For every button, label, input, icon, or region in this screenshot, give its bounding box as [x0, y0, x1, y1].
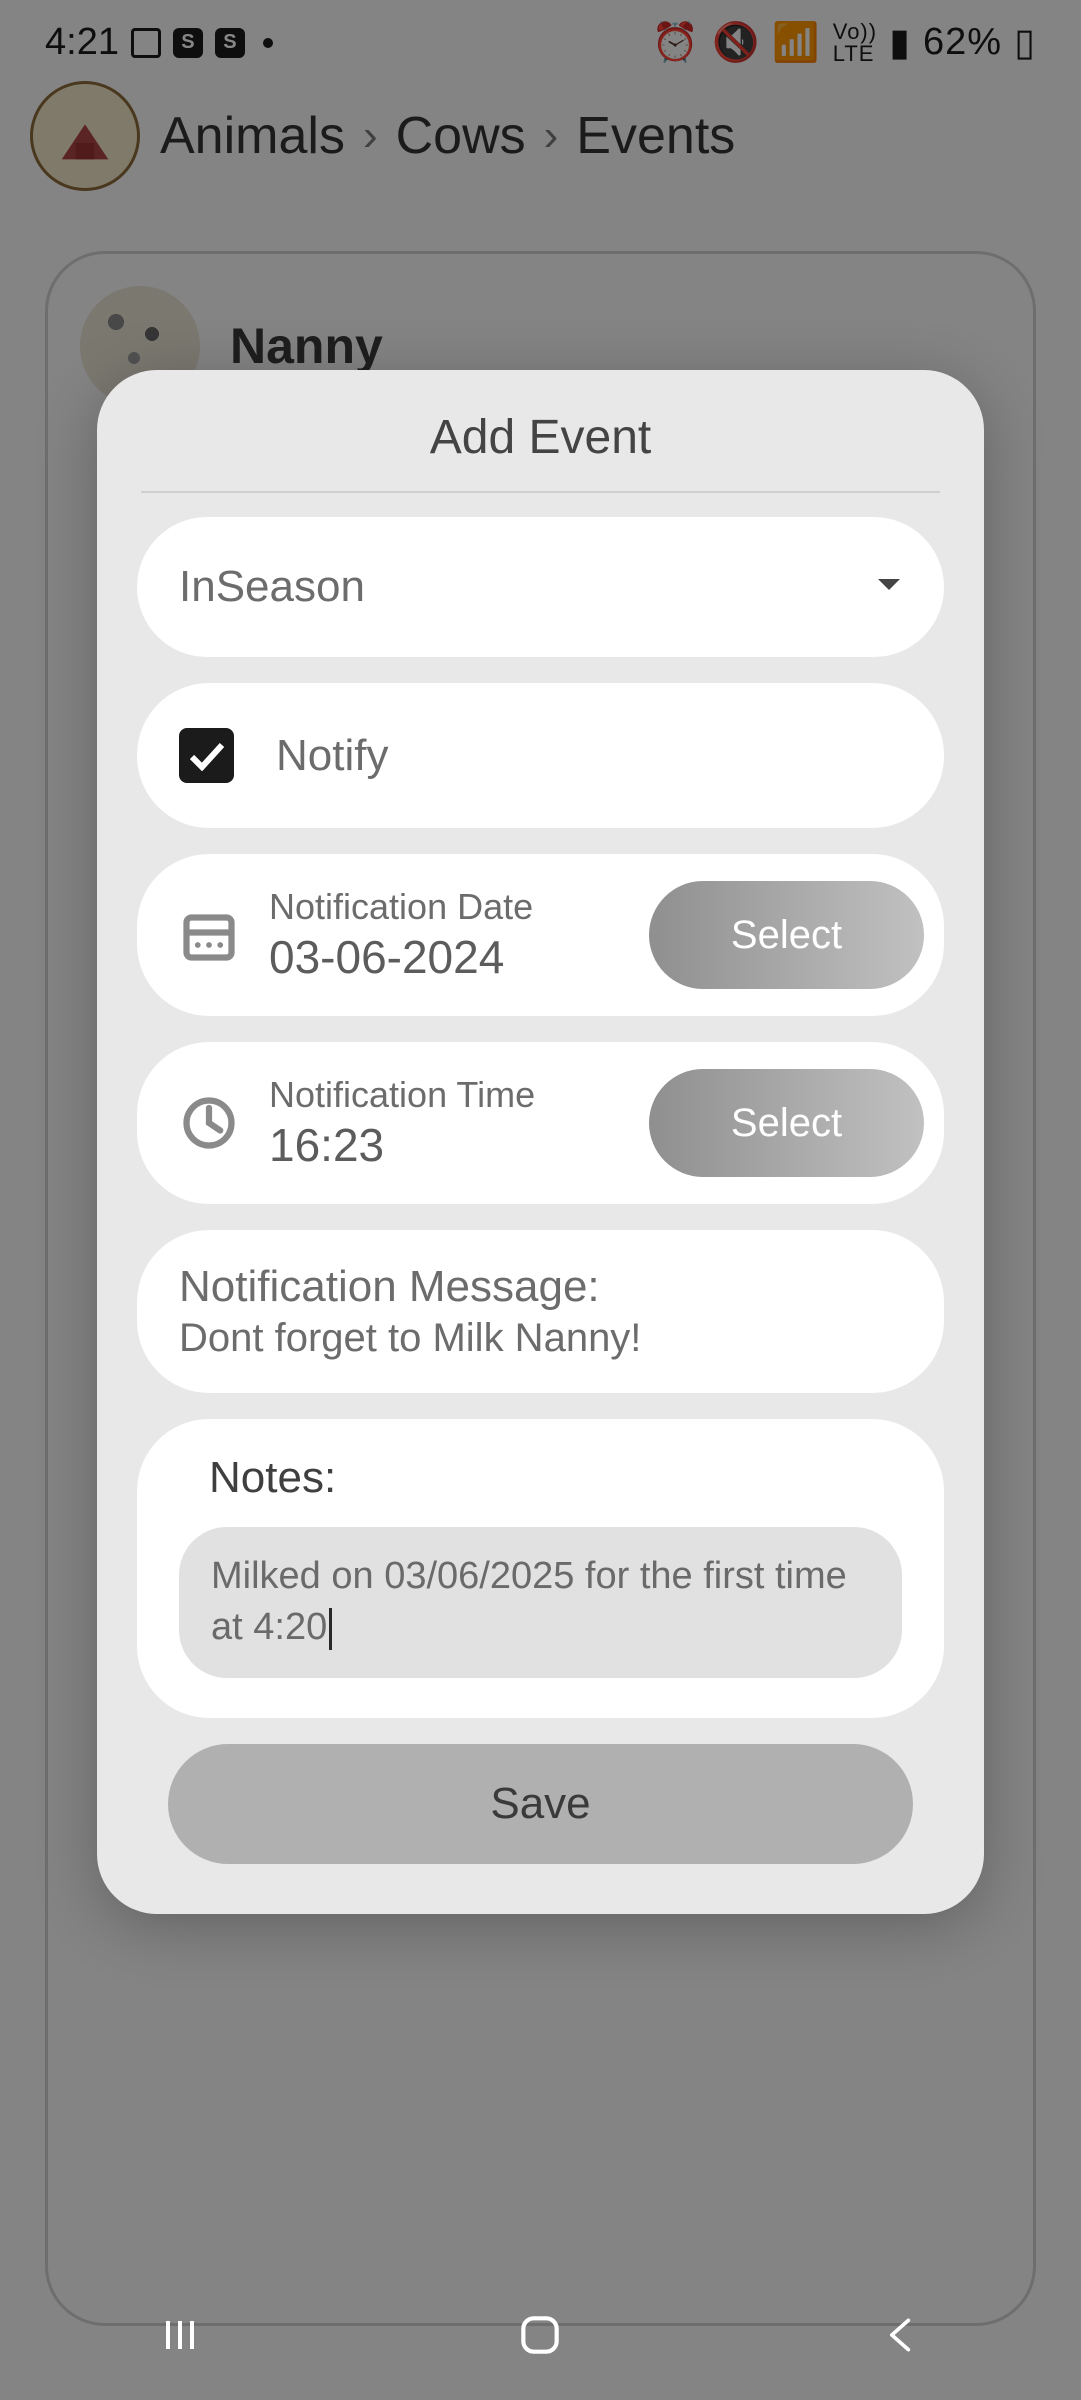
nav-back-button[interactable] [871, 2305, 931, 2365]
text-cursor [329, 1608, 332, 1650]
notes-row: Notes: Milked on 03/06/2025 for the firs… [137, 1419, 944, 1718]
event-type-value: InSeason [179, 562, 365, 612]
modal-title: Add Event [97, 410, 984, 491]
date-value: 03-06-2024 [269, 930, 619, 984]
add-event-modal: Add Event InSeason Notify Notification D… [97, 370, 984, 1914]
notes-label: Notes: [179, 1453, 336, 1503]
nav-home-button[interactable] [510, 2305, 570, 2365]
notification-time-row: Notification Time 16:23 Select [137, 1042, 944, 1204]
message-value: Dont forget to Milk Nanny! [179, 1316, 641, 1361]
time-value: 16:23 [269, 1118, 619, 1172]
notify-checkbox[interactable] [179, 728, 234, 783]
notify-row: Notify [137, 683, 944, 828]
caret-down-icon [876, 577, 902, 598]
event-type-select[interactable]: InSeason [137, 517, 944, 657]
nav-recents-button[interactable] [150, 2305, 210, 2365]
notification-message-row[interactable]: Notification Message: Dont forget to Mil… [137, 1230, 944, 1393]
system-nav-bar [0, 2270, 1081, 2400]
message-label: Notification Message: [179, 1262, 600, 1312]
save-button[interactable]: Save [168, 1744, 913, 1864]
notes-value: Milked on 03/06/2025 for the first time … [211, 1555, 847, 1648]
clock-icon [179, 1093, 239, 1153]
calendar-icon [179, 905, 239, 965]
notes-input[interactable]: Milked on 03/06/2025 for the first time … [179, 1527, 902, 1678]
divider [141, 491, 940, 493]
notify-label: Notify [276, 731, 388, 781]
notification-date-row: Notification Date 03-06-2024 Select [137, 854, 944, 1016]
select-date-button[interactable]: Select [649, 881, 924, 989]
select-time-button[interactable]: Select [649, 1069, 924, 1177]
time-label: Notification Time [269, 1074, 619, 1116]
date-label: Notification Date [269, 886, 619, 928]
